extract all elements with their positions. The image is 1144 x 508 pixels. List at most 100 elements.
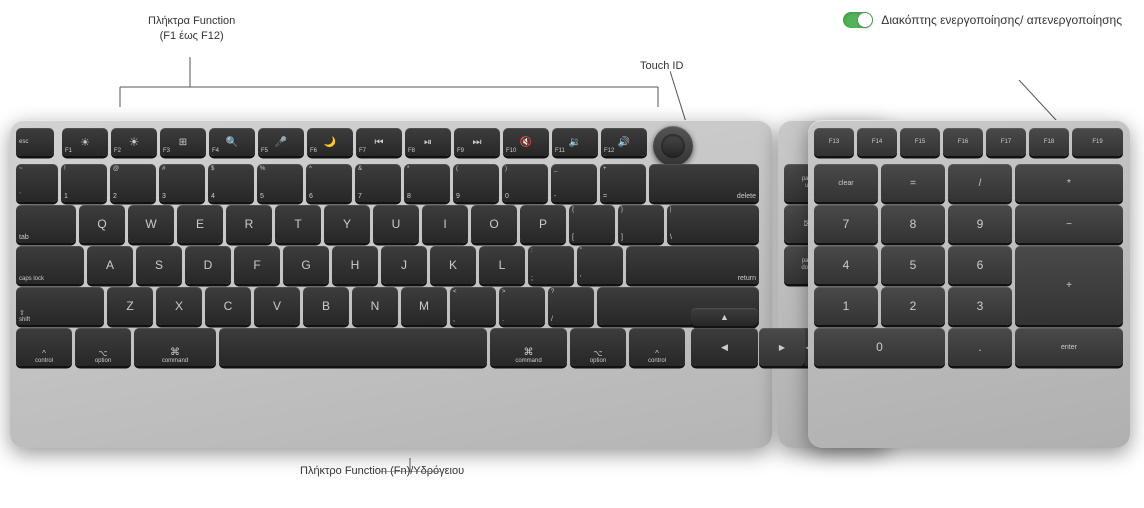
key-f[interactable]: F: [234, 246, 280, 284]
key-g[interactable]: G: [283, 246, 329, 284]
key-o[interactable]: O: [471, 205, 517, 243]
key-a[interactable]: A: [87, 246, 133, 284]
key-5[interactable]: %5: [257, 164, 303, 202]
key-f7[interactable]: F7 ⏮: [356, 128, 402, 156]
key-f15[interactable]: F15: [900, 128, 940, 156]
key-0[interactable]: )0: [502, 164, 548, 202]
key-f11[interactable]: F11 🔉: [552, 128, 598, 156]
key-np-asterisk[interactable]: *: [1015, 164, 1123, 202]
key-p[interactable]: P: [520, 205, 566, 243]
key-option-left[interactable]: ⌥ option: [75, 328, 131, 366]
key-z[interactable]: Z: [107, 287, 153, 325]
key-delete[interactable]: delete: [649, 164, 759, 202]
key-f8[interactable]: F8 ⏯: [405, 128, 451, 156]
key-6[interactable]: ^6: [306, 164, 352, 202]
key-f14[interactable]: F14: [857, 128, 897, 156]
key-np-plus[interactable]: +: [1015, 246, 1123, 325]
key-quote[interactable]: "': [577, 246, 623, 284]
toggle-track[interactable]: [843, 12, 873, 28]
key-f4[interactable]: F4 🔍: [209, 128, 255, 156]
key-lshift[interactable]: ⇧shift: [16, 287, 104, 325]
key-x[interactable]: X: [156, 287, 202, 325]
key-np-equal[interactable]: =: [881, 164, 945, 202]
key-equals[interactable]: +=: [600, 164, 646, 202]
key-control-left[interactable]: ^ control: [16, 328, 72, 366]
key-backslash[interactable]: |\: [667, 205, 759, 243]
key-np-7[interactable]: 7: [814, 205, 878, 243]
key-9[interactable]: (9: [453, 164, 499, 202]
key-u[interactable]: U: [373, 205, 419, 243]
key-7[interactable]: &7: [355, 164, 401, 202]
key-np-enter[interactable]: enter: [1015, 328, 1123, 366]
power-toggle[interactable]: Διακόπτης ενεργοποίησης/ απενεργοποίησης: [843, 12, 1122, 28]
key-f19[interactable]: F19: [1072, 128, 1123, 156]
key-semicolon[interactable]: :;: [528, 246, 574, 284]
key-d[interactable]: D: [185, 246, 231, 284]
key-np-8[interactable]: 8: [881, 205, 945, 243]
key-np-5[interactable]: 5: [881, 246, 945, 284]
key-k[interactable]: K: [430, 246, 476, 284]
key-f5[interactable]: F5 🎤: [258, 128, 304, 156]
key-np-4[interactable]: 4: [814, 246, 878, 284]
key-e[interactable]: E: [177, 205, 223, 243]
key-f1[interactable]: F1 ☀: [62, 128, 108, 156]
key-caps-lock[interactable]: caps lock: [16, 246, 84, 284]
key-lbracket[interactable]: {[: [569, 205, 615, 243]
key-w[interactable]: W: [128, 205, 174, 243]
key-left[interactable]: ◀: [691, 328, 758, 366]
key-s[interactable]: S: [136, 246, 182, 284]
key-comma[interactable]: <,: [450, 287, 496, 325]
key-f3[interactable]: F3 ⊞: [160, 128, 206, 156]
key-f9[interactable]: F9 ⏭: [454, 128, 500, 156]
key-return[interactable]: return: [626, 246, 759, 284]
key-n[interactable]: N: [352, 287, 398, 325]
key-np-9[interactable]: 9: [948, 205, 1012, 243]
key-f2[interactable]: F2 ☀: [111, 128, 157, 156]
key-f18[interactable]: F18: [1029, 128, 1069, 156]
key-q[interactable]: Q: [79, 205, 125, 243]
key-arrow-right[interactable]: ▶: [759, 328, 805, 366]
key-clear[interactable]: clear: [814, 164, 878, 202]
key-backtick[interactable]: ~`: [16, 164, 58, 202]
key-c[interactable]: C: [205, 287, 251, 325]
key-f10[interactable]: F10 🔇: [503, 128, 549, 156]
key-minus[interactable]: _-: [551, 164, 597, 202]
key-period[interactable]: >.: [499, 287, 545, 325]
key-slash[interactable]: ?/: [548, 287, 594, 325]
key-tab[interactable]: tab: [16, 205, 76, 243]
key-esc[interactable]: esc: [16, 128, 54, 156]
key-y[interactable]: Y: [324, 205, 370, 243]
key-rbracket[interactable]: }]: [618, 205, 664, 243]
key-f16[interactable]: F16: [943, 128, 983, 156]
key-np-1[interactable]: 1: [814, 287, 878, 325]
key-space[interactable]: [219, 328, 487, 366]
key-m[interactable]: M: [401, 287, 447, 325]
key-option-right[interactable]: ⌥ option: [570, 328, 626, 366]
key-command-left[interactable]: ⌘ command: [134, 328, 216, 366]
key-np-minus[interactable]: −: [1015, 205, 1123, 243]
key-i[interactable]: I: [422, 205, 468, 243]
key-f6[interactable]: F6 🌙: [307, 128, 353, 156]
key-np-6[interactable]: 6: [948, 246, 1012, 284]
key-h[interactable]: H: [332, 246, 378, 284]
key-f13[interactable]: F13: [814, 128, 854, 156]
key-b[interactable]: B: [303, 287, 349, 325]
key-3[interactable]: #3: [159, 164, 205, 202]
key-control-right[interactable]: ^ control: [629, 328, 685, 366]
key-4[interactable]: $4: [208, 164, 254, 202]
key-v[interactable]: V: [254, 287, 300, 325]
key-up[interactable]: ▲: [691, 308, 758, 326]
key-l[interactable]: L: [479, 246, 525, 284]
key-8[interactable]: *8: [404, 164, 450, 202]
key-1[interactable]: !1: [61, 164, 107, 202]
key-np-slash[interactable]: /: [948, 164, 1012, 202]
key-f12[interactable]: F12 🔊: [601, 128, 647, 156]
key-np-0[interactable]: 0: [814, 328, 945, 366]
key-j[interactable]: J: [381, 246, 427, 284]
key-touch-id[interactable]: [653, 126, 693, 166]
key-np-decimal[interactable]: .: [948, 328, 1012, 366]
key-f17[interactable]: F17: [986, 128, 1026, 156]
key-r[interactable]: R: [226, 205, 272, 243]
key-np-2[interactable]: 2: [881, 287, 945, 325]
key-t[interactable]: T: [275, 205, 321, 243]
